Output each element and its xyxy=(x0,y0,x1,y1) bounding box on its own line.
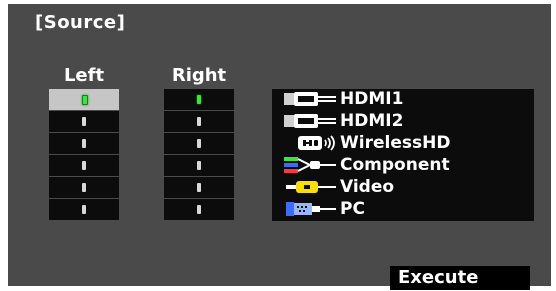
source-label: Component xyxy=(340,155,450,176)
left-source-cell-wirelesshd[interactable] xyxy=(49,133,119,154)
left-source-cell-component[interactable] xyxy=(49,155,119,176)
wireless-hd-icon xyxy=(282,134,340,152)
source-label: HDMI1 xyxy=(340,89,404,110)
right-source-cell-wirelesshd[interactable] xyxy=(164,133,234,154)
left-source-cell-hdmi1[interactable] xyxy=(49,89,119,110)
source-label: WirelessHD xyxy=(340,133,451,154)
indicator-icon xyxy=(82,182,86,192)
indicator-icon xyxy=(197,204,201,214)
hdmi-connector-icon xyxy=(282,90,340,108)
right-source-cell-pc[interactable] xyxy=(164,199,234,220)
right-source-cell-component[interactable] xyxy=(164,155,234,176)
indicator-icon xyxy=(197,94,201,104)
indicator-icon xyxy=(82,204,86,214)
indicator-icon xyxy=(82,116,86,126)
source-item-component: Component xyxy=(272,155,534,176)
column-header-right: Right xyxy=(171,65,227,86)
indicator-icon xyxy=(197,116,201,126)
hdmi-connector-icon xyxy=(282,112,340,130)
indicator-icon xyxy=(82,160,86,170)
execute-button[interactable]: Execute xyxy=(390,266,530,290)
rca-video-connector-icon xyxy=(282,178,340,196)
source-list: HDMI1 HDMI2 WirelessHD Component Video P… xyxy=(272,89,534,221)
source-label: Video xyxy=(340,177,395,198)
left-source-cell-hdmi2[interactable] xyxy=(49,111,119,132)
indicator-icon xyxy=(197,160,201,170)
source-label: PC xyxy=(340,199,365,220)
component-connector-icon xyxy=(282,156,340,174)
indicator-icon xyxy=(197,182,201,192)
source-item-wirelesshd: WirelessHD xyxy=(272,133,534,154)
right-source-cell-video[interactable] xyxy=(164,177,234,198)
source-item-hdmi1: HDMI1 xyxy=(272,89,534,110)
indicator-icon xyxy=(197,138,201,148)
right-source-column xyxy=(164,89,234,221)
left-source-column xyxy=(49,89,119,221)
indicator-icon xyxy=(82,138,86,148)
vga-connector-icon xyxy=(282,200,340,218)
page-title: [Source] xyxy=(35,12,126,33)
left-source-cell-pc[interactable] xyxy=(49,199,119,220)
source-label: HDMI2 xyxy=(340,111,404,132)
source-item-pc: PC xyxy=(272,199,534,220)
indicator-icon xyxy=(82,94,88,105)
right-source-cell-hdmi2[interactable] xyxy=(164,111,234,132)
source-item-hdmi2: HDMI2 xyxy=(272,111,534,132)
left-source-cell-video[interactable] xyxy=(49,177,119,198)
source-item-video: Video xyxy=(272,177,534,198)
right-source-cell-hdmi1[interactable] xyxy=(164,89,234,110)
column-header-left: Left xyxy=(63,65,105,86)
